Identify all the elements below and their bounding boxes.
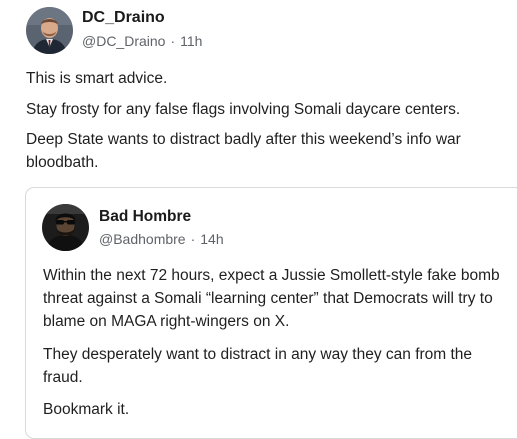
user-avatar-icon [26, 7, 73, 54]
quoted-author-meta: @Badhombre · 14h [99, 231, 224, 247]
quoted-post-card[interactable]: Bad Hombre @Badhombre · 14h Within the nex… [25, 187, 517, 439]
post-paragraph: This is smart advice. [26, 70, 168, 87]
quoted-post-timestamp[interactable]: 14h [200, 231, 223, 247]
quoted-author-handle[interactable]: @Badhombre [99, 231, 186, 247]
user-avatar-icon [42, 204, 89, 251]
post-paragraph: Deep State wants to distract badly after… [26, 131, 461, 171]
quoted-post-paragraph: Bookmark it. [43, 401, 130, 418]
quoted-author-display-name[interactable]: Bad Hombre [99, 208, 191, 226]
author-handle[interactable]: @DC_Draino [82, 33, 165, 49]
quoted-post-paragraph: Within the next 72 hours, expect a Jussi… [43, 267, 500, 330]
author-avatar[interactable] [26, 7, 73, 54]
meta-separator: · [190, 231, 196, 247]
quoted-post-paragraph: They desperately want to distract in any… [43, 346, 473, 386]
author-display-name[interactable]: DC_Draino [82, 9, 165, 27]
post-card: DC_Draino @DC_Draino · 11h This is smart a… [0, 0, 517, 439]
quoted-author-avatar[interactable] [42, 204, 89, 251]
post-timestamp[interactable]: 11h [180, 33, 202, 49]
meta-separator: · [170, 33, 176, 49]
author-meta: @DC_Draino · 11h [82, 33, 202, 49]
post-paragraph: Stay frosty for any false flags involvin… [26, 101, 461, 118]
